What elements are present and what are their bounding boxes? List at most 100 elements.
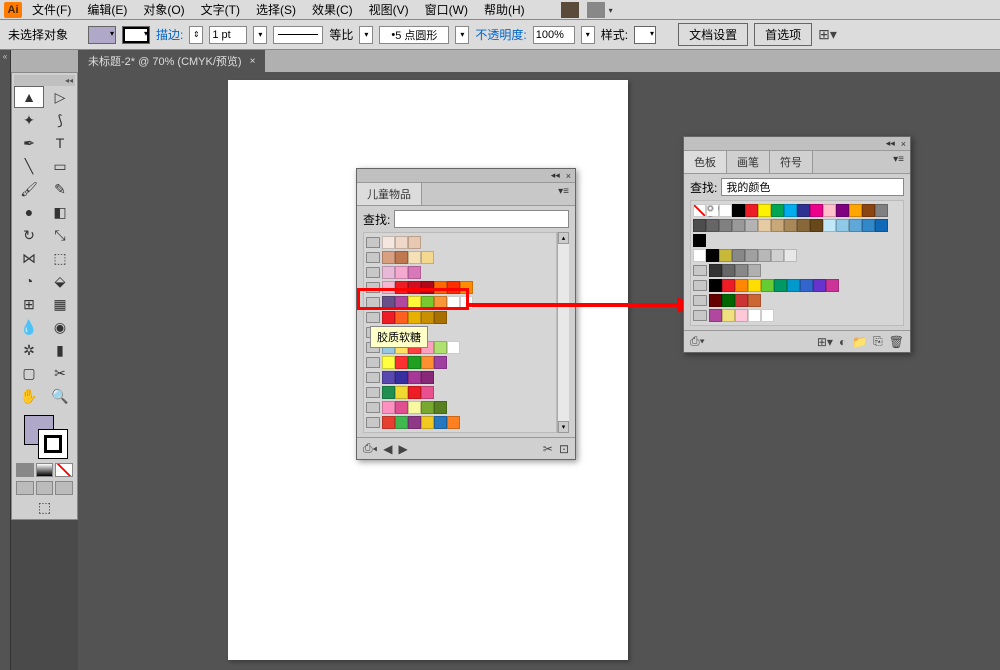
color-swatch[interactable] bbox=[761, 309, 774, 322]
color-swatch[interactable] bbox=[434, 401, 447, 414]
opacity-dropdown[interactable]: ▾ bbox=[581, 26, 595, 44]
perspective-tool[interactable]: ⬙ bbox=[45, 270, 75, 292]
slice-tool[interactable]: ✂ bbox=[45, 362, 75, 384]
style-swatch[interactable] bbox=[634, 26, 656, 44]
color-swatch[interactable] bbox=[395, 266, 408, 279]
color-swatch[interactable] bbox=[810, 204, 823, 217]
brush-preview[interactable]: • 5 点圆形 bbox=[379, 26, 449, 44]
color-swatch[interactable] bbox=[382, 311, 395, 324]
color-mode[interactable] bbox=[16, 463, 34, 477]
color-swatch[interactable] bbox=[382, 371, 395, 384]
swatch-library-tab[interactable]: 儿童物品 bbox=[357, 183, 422, 205]
color-swatch[interactable] bbox=[836, 219, 849, 232]
stroke-swatch[interactable] bbox=[122, 26, 150, 44]
color-swatch[interactable] bbox=[395, 251, 408, 264]
rectangle-tool[interactable]: ▭ bbox=[45, 155, 75, 177]
color-swatch[interactable] bbox=[421, 281, 434, 294]
color-swatch[interactable] bbox=[784, 204, 797, 217]
color-swatch[interactable] bbox=[761, 279, 774, 292]
color-swatch[interactable] bbox=[395, 311, 408, 324]
blob-brush-tool[interactable]: ● bbox=[14, 201, 44, 223]
color-swatch[interactable] bbox=[771, 219, 784, 232]
color-swatch[interactable] bbox=[382, 251, 395, 264]
color-swatch[interactable] bbox=[693, 204, 706, 217]
swatch-search-input[interactable] bbox=[394, 210, 569, 228]
brushes-tab[interactable]: 画笔 bbox=[727, 151, 770, 173]
paintbrush-tool[interactable]: 🖌 bbox=[14, 178, 44, 200]
color-swatch[interactable] bbox=[849, 204, 862, 217]
color-swatch[interactable] bbox=[421, 356, 434, 369]
color-swatch[interactable] bbox=[758, 204, 771, 217]
color-swatch[interactable] bbox=[719, 204, 732, 217]
panel-menu-icon[interactable]: ▾≡ bbox=[887, 151, 910, 173]
folder-icon[interactable] bbox=[693, 280, 707, 291]
new-swatch-icon[interactable]: ⎘ bbox=[873, 334, 883, 349]
fill-stroke-control[interactable] bbox=[14, 411, 75, 461]
new-color-group-icon[interactable]: 📁 bbox=[852, 335, 867, 349]
color-swatch[interactable] bbox=[735, 264, 748, 277]
color-swatch[interactable] bbox=[722, 294, 735, 307]
color-swatch[interactable] bbox=[706, 204, 719, 217]
color-swatch[interactable] bbox=[784, 219, 797, 232]
scale-tool[interactable]: ⤡ bbox=[45, 224, 75, 246]
scrollbar[interactable]: ▴ ▾ bbox=[557, 232, 569, 433]
close-tab-icon[interactable]: × bbox=[250, 56, 256, 67]
color-swatch[interactable] bbox=[732, 249, 745, 262]
color-swatch[interactable] bbox=[382, 236, 395, 249]
folder-icon[interactable] bbox=[366, 357, 380, 368]
color-swatch[interactable] bbox=[395, 356, 408, 369]
color-swatch[interactable] bbox=[421, 251, 434, 264]
zoom-tool[interactable]: 🔍 bbox=[45, 385, 75, 407]
lasso-tool[interactable]: ⟆ bbox=[45, 109, 75, 131]
color-swatch[interactable] bbox=[748, 294, 761, 307]
color-swatch[interactable] bbox=[447, 341, 460, 354]
folder-icon[interactable] bbox=[366, 282, 380, 293]
eraser-tool[interactable]: ◧ bbox=[45, 201, 75, 223]
menu-select[interactable]: 选择(S) bbox=[250, 0, 302, 20]
stroke-width-dropdown[interactable]: ▾ bbox=[253, 26, 267, 44]
folder-icon[interactable] bbox=[366, 402, 380, 413]
swatch-options-icon[interactable]: ⊡ bbox=[559, 442, 569, 456]
color-swatch[interactable] bbox=[421, 296, 434, 309]
color-swatch[interactable] bbox=[434, 296, 447, 309]
color-swatch[interactable] bbox=[460, 281, 473, 294]
preferences-button[interactable]: 首选项 bbox=[754, 23, 812, 46]
color-swatch[interactable] bbox=[709, 309, 722, 322]
folder-icon[interactable] bbox=[366, 237, 380, 248]
blend-tool[interactable]: ◉ bbox=[45, 316, 75, 338]
stroke-width-input[interactable] bbox=[209, 26, 247, 44]
color-swatch[interactable] bbox=[447, 281, 460, 294]
color-swatch[interactable] bbox=[395, 281, 408, 294]
symbols-tab[interactable]: 符号 bbox=[770, 151, 813, 173]
color-swatch[interactable] bbox=[709, 279, 722, 292]
color-swatch[interactable] bbox=[862, 204, 875, 217]
color-swatch[interactable] bbox=[395, 236, 408, 249]
color-swatch[interactable] bbox=[706, 219, 719, 232]
color-swatch[interactable] bbox=[434, 341, 447, 354]
color-swatch[interactable] bbox=[758, 249, 771, 262]
color-swatch[interactable] bbox=[722, 309, 735, 322]
color-swatch[interactable] bbox=[434, 416, 447, 429]
color-swatch[interactable] bbox=[771, 249, 784, 262]
color-swatch[interactable] bbox=[408, 311, 421, 324]
color-swatch[interactable] bbox=[447, 296, 460, 309]
draw-normal[interactable] bbox=[16, 481, 34, 495]
color-swatch[interactable] bbox=[447, 416, 460, 429]
color-swatch[interactable] bbox=[709, 294, 722, 307]
folder-icon[interactable] bbox=[366, 297, 380, 308]
hand-tool[interactable]: ✋ bbox=[14, 385, 44, 407]
color-swatch[interactable] bbox=[719, 219, 732, 232]
folder-icon[interactable] bbox=[366, 252, 380, 263]
line-tool[interactable]: ╲ bbox=[14, 155, 44, 177]
gradient-tool[interactable]: ▦ bbox=[45, 293, 75, 315]
color-swatch[interactable] bbox=[421, 386, 434, 399]
color-swatch[interactable] bbox=[800, 279, 813, 292]
folder-icon[interactable] bbox=[366, 372, 380, 383]
color-swatch[interactable] bbox=[745, 204, 758, 217]
color-swatch[interactable] bbox=[745, 249, 758, 262]
eyedropper-tool[interactable]: 💧 bbox=[14, 316, 44, 338]
color-swatch[interactable] bbox=[421, 311, 434, 324]
color-swatch[interactable] bbox=[395, 386, 408, 399]
swatch-search-input[interactable] bbox=[721, 178, 904, 196]
next-library-icon[interactable]: ▶ bbox=[398, 442, 407, 456]
